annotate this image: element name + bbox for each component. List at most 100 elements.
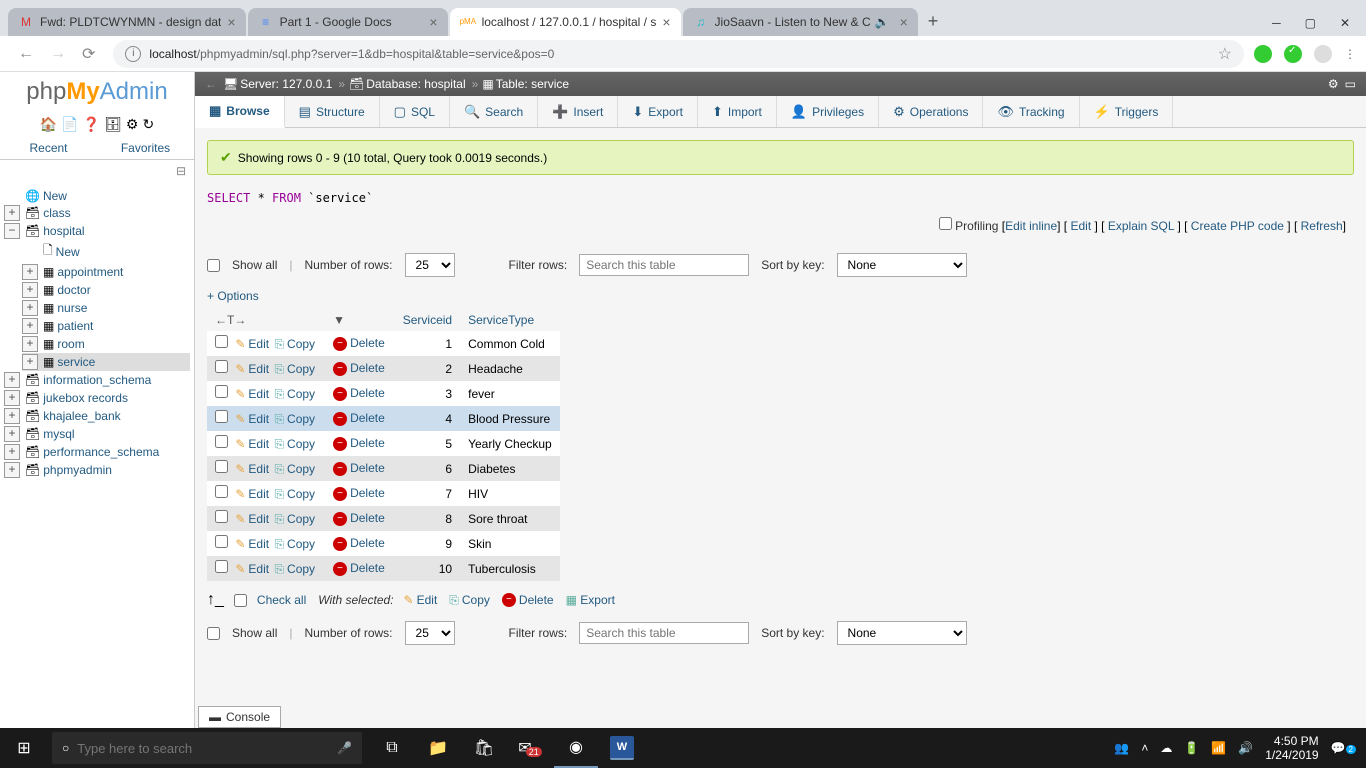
panel-handle-icon[interactable]: ←: [205, 77, 217, 91]
close-icon[interactable]: ×: [662, 14, 670, 30]
edit-link[interactable]: Edit: [248, 512, 269, 526]
show-all-checkbox[interactable]: [207, 259, 220, 272]
tray-up-icon[interactable]: ˄: [1141, 741, 1148, 755]
cell-serviceid[interactable]: 10: [395, 556, 460, 581]
tree-toggle-icon[interactable]: +: [4, 462, 20, 478]
wifi-icon[interactable]: 📶: [1211, 741, 1226, 755]
cell-servicetype[interactable]: fever: [460, 381, 560, 406]
column-header-serviceid[interactable]: Serviceid: [395, 309, 460, 331]
cell-servicetype[interactable]: HIV: [460, 481, 560, 506]
tree-toggle-icon[interactable]: +: [22, 300, 38, 316]
show-all-checkbox[interactable]: [207, 627, 220, 640]
delete-link[interactable]: Delete: [350, 436, 385, 450]
delete-link[interactable]: Delete: [350, 361, 385, 375]
explorer-icon[interactable]: 📁: [416, 728, 460, 768]
mic-icon[interactable]: 🎤: [337, 741, 352, 755]
logout-icon[interactable]: 📄: [61, 116, 78, 133]
edit-link[interactable]: Edit: [248, 537, 269, 551]
cell-serviceid[interactable]: 7: [395, 481, 460, 506]
tree-table-patient[interactable]: +▦patient: [22, 317, 190, 335]
edit-link[interactable]: Edit: [248, 412, 269, 426]
cell-serviceid[interactable]: 9: [395, 531, 460, 556]
pma-logo[interactable]: phpMyAdmin: [0, 72, 194, 112]
tab-browse[interactable]: ▦Browse: [195, 96, 285, 128]
tab-structure[interactable]: ▤Structure: [285, 96, 380, 127]
tab-sql[interactable]: ▢SQL: [380, 96, 450, 127]
row-checkbox[interactable]: [215, 435, 228, 448]
tab-tracking[interactable]: 👁Tracking: [983, 96, 1079, 127]
tree-toggle-icon[interactable]: +: [4, 372, 20, 388]
browser-tab[interactable]: ♫ JioSaavn - Listen to New & C 🔊 ×: [683, 8, 918, 36]
copy-link[interactable]: Copy: [287, 487, 315, 501]
new-tab-button[interactable]: +: [920, 7, 947, 36]
filter-input[interactable]: [579, 254, 749, 276]
cell-serviceid[interactable]: 5: [395, 431, 460, 456]
row-checkbox[interactable]: [215, 385, 228, 398]
edit-link[interactable]: Edit: [248, 462, 269, 476]
extension-icon[interactable]: ✓: [1284, 45, 1302, 63]
gear-icon[interactable]: ⚙: [1328, 77, 1339, 91]
cell-serviceid[interactable]: 4: [395, 406, 460, 431]
tab-insert[interactable]: ➕Insert: [538, 96, 618, 127]
tree-table-service[interactable]: +▦service: [22, 353, 190, 371]
tree-toggle-icon[interactable]: +: [22, 318, 38, 334]
tree-table-room[interactable]: +▦room: [22, 335, 190, 353]
tab-export[interactable]: ⬇Export: [618, 96, 698, 127]
help-icon[interactable]: ▭: [1345, 77, 1356, 91]
tree-toggle-icon[interactable]: +: [4, 444, 20, 460]
taskbar-search[interactable]: ○ 🎤: [52, 732, 362, 764]
bulk-copy[interactable]: Copy: [462, 593, 490, 607]
cell-servicetype[interactable]: Blood Pressure: [460, 406, 560, 431]
delete-link[interactable]: Delete: [350, 536, 385, 550]
reload-button[interactable]: ⟳: [74, 44, 103, 64]
edit-link[interactable]: Edit: [248, 562, 269, 576]
maximize-button[interactable]: ▢: [1305, 16, 1316, 30]
url-bar[interactable]: i localhost/phpmyadmin/sql.php?server=1&…: [113, 40, 1244, 68]
forward-button[interactable]: →: [42, 45, 74, 63]
create-php-link[interactable]: Create PHP code: [1191, 219, 1284, 233]
row-checkbox[interactable]: [215, 360, 228, 373]
tree-db-information_schema[interactable]: +🗃information_schema: [4, 371, 190, 389]
refresh-link[interactable]: Refresh: [1301, 219, 1343, 233]
breadcrumb-db[interactable]: Database: hospital: [366, 77, 465, 91]
bulk-export[interactable]: Export: [580, 593, 615, 607]
tab-favorites[interactable]: Favorites: [97, 137, 194, 159]
delete-link[interactable]: Delete: [350, 461, 385, 475]
copy-link[interactable]: Copy: [287, 387, 315, 401]
bookmark-icon[interactable]: ☆: [1218, 44, 1232, 64]
info-icon[interactable]: i: [125, 46, 141, 62]
delete-link[interactable]: Delete: [350, 386, 385, 400]
row-checkbox[interactable]: [215, 410, 228, 423]
delete-link[interactable]: Delete: [350, 411, 385, 425]
num-rows-select[interactable]: 25: [405, 253, 455, 277]
onedrive-icon[interactable]: ☁: [1160, 741, 1172, 755]
tree-db-phpmyadmin[interactable]: +🗃phpmyadmin: [4, 461, 190, 479]
tree-db-class[interactable]: +🗃class: [4, 204, 190, 222]
breadcrumb-table[interactable]: Table: service: [496, 77, 569, 91]
row-checkbox[interactable]: [215, 560, 228, 573]
tab-operations[interactable]: ⚙Operations: [879, 96, 983, 127]
delete-link[interactable]: Delete: [350, 486, 385, 500]
tree-db-hospital[interactable]: −🗃hospital: [4, 222, 190, 240]
close-icon[interactable]: ×: [227, 14, 235, 30]
battery-icon[interactable]: 🔋: [1184, 741, 1199, 755]
copy-link[interactable]: Copy: [287, 562, 315, 576]
tree-toggle-icon[interactable]: +: [22, 354, 38, 370]
row-checkbox[interactable]: [215, 335, 228, 348]
copy-link[interactable]: Copy: [287, 362, 315, 376]
sort-key-select[interactable]: None: [837, 621, 967, 645]
tree-table-doctor[interactable]: +▦doctor: [22, 281, 190, 299]
edit-link[interactable]: Edit: [248, 362, 269, 376]
row-checkbox[interactable]: [215, 485, 228, 498]
extension-icon[interactable]: [1254, 45, 1272, 63]
tree-table-New[interactable]: 🗋New: [22, 240, 190, 263]
home-icon[interactable]: 🏠: [40, 116, 57, 133]
cell-servicetype[interactable]: Common Cold: [460, 331, 560, 356]
cell-serviceid[interactable]: 1: [395, 331, 460, 356]
tree-db-performance_schema[interactable]: +🗃performance_schema: [4, 443, 190, 461]
copy-link[interactable]: Copy: [287, 462, 315, 476]
cell-servicetype[interactable]: Yearly Checkup: [460, 431, 560, 456]
cell-servicetype[interactable]: Sore throat: [460, 506, 560, 531]
cell-servicetype[interactable]: Headache: [460, 356, 560, 381]
minimize-button[interactable]: ─: [1272, 16, 1281, 30]
